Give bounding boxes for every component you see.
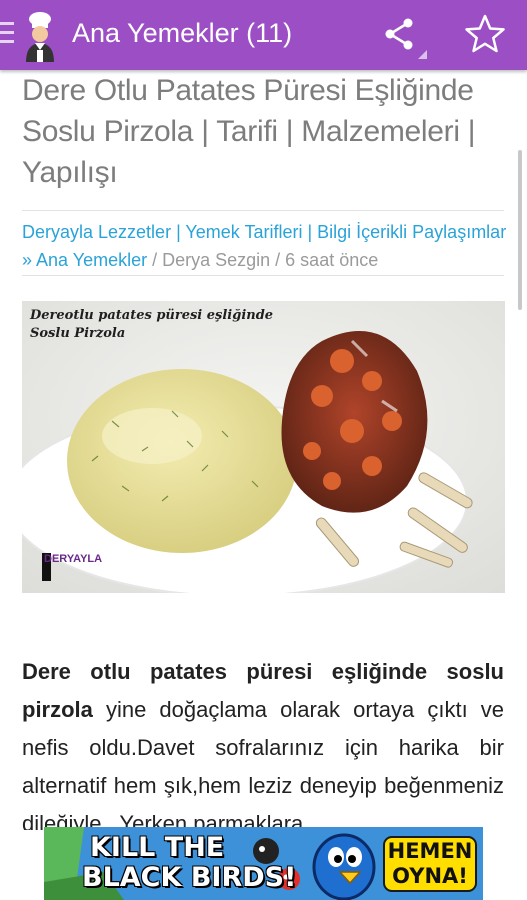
page-title: Ana Yemekler (11) — [72, 18, 293, 48]
ad-headline: KILL THE BLACK BIRDS! — [82, 832, 297, 893]
share-button[interactable] — [382, 14, 428, 60]
article-content[interactable]: Dere Otlu Patates Püresi Eşliğinde Soslu… — [0, 70, 527, 830]
chef-icon[interactable] — [18, 10, 62, 62]
scrollbar[interactable] — [518, 150, 522, 310]
article-photo[interactable]: Dereotlu patates püresi eşliğinde Soslu … — [6, 301, 505, 597]
app-bar: Ana Yemekler (11) — [0, 0, 527, 70]
menu-icon[interactable] — [0, 22, 14, 48]
article-body-text: yine doğaçlama olarak ortaya çıktı ve ne… — [22, 697, 504, 830]
ad-banner[interactable]: KILL THE BLACK BIRDS! HEMEN OYNA! — [44, 827, 483, 900]
ad-cta-button[interactable]: HEMEN OYNA! — [384, 837, 476, 891]
divider-bottom — [22, 275, 504, 276]
star-icon — [465, 14, 505, 53]
photo-watermark-logo: DERYAYLA — [44, 553, 103, 565]
article-title: Dere Otlu Patates Püresi Eşliğinde Soslu… — [22, 74, 476, 189]
share-icon — [385, 18, 427, 59]
favorite-button[interactable] — [462, 12, 508, 58]
author-date: / Derya Sezgin / 6 saat önce — [147, 250, 379, 270]
divider-top — [22, 210, 504, 211]
photo-caption: Dereotlu patates püresi eşliğinde Soslu … — [30, 308, 274, 341]
article-body: Dere otlu patates püresi eşliğinde soslu… — [22, 653, 504, 830]
article-meta: Deryayla Lezzetler | Yemek Tarifleri | B… — [22, 218, 507, 274]
